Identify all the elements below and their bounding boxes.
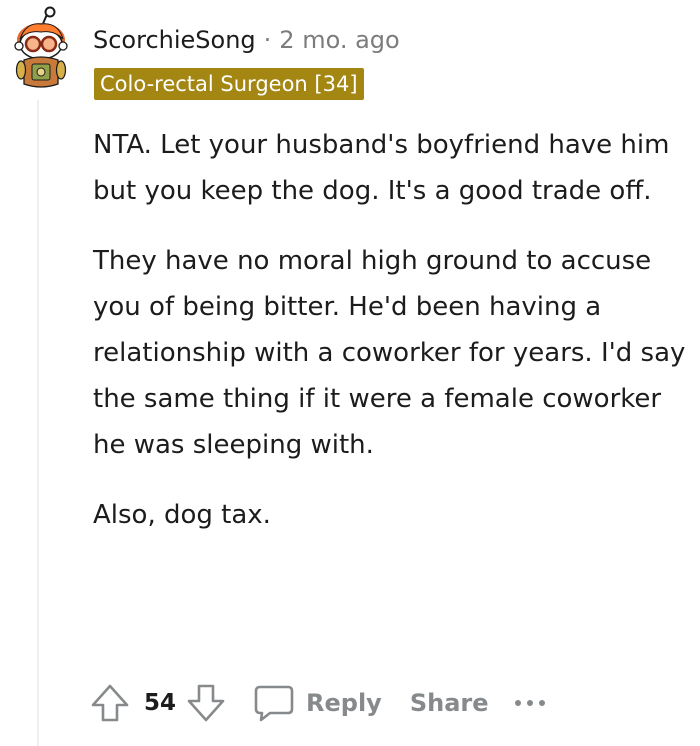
ellipsis-icon <box>514 700 545 706</box>
vote-count: 54 <box>144 690 177 716</box>
upvote-button[interactable] <box>88 681 132 725</box>
reply-button[interactable]: Reply <box>252 683 382 723</box>
header-separator: · <box>263 26 272 54</box>
comment-header: ScorchieSong · 2 mo. ago <box>93 22 400 58</box>
user-flair: Colo-rectal Surgeon [34] <box>94 68 364 100</box>
timestamp[interactable]: 2 mo. ago <box>279 26 399 54</box>
upvote-arrow-icon <box>91 684 129 722</box>
speech-bubble-icon <box>254 685 294 722</box>
comment-body: NTA. Let your husband's boyfriend have h… <box>93 122 688 562</box>
snoo-avatar-icon <box>14 6 68 88</box>
comment-paragraph: They have no moral high ground to accuse… <box>93 246 686 460</box>
downvote-arrow-icon <box>187 684 225 722</box>
reply-label: Reply <box>306 689 382 717</box>
downvote-button[interactable] <box>184 681 228 725</box>
username[interactable]: ScorchieSong <box>93 26 256 54</box>
comment-paragraph: Also, dog tax. <box>93 500 271 530</box>
comment-action-bar: 54 Reply Share <box>88 678 547 728</box>
avatar[interactable] <box>8 6 74 92</box>
thread-line[interactable] <box>37 100 39 746</box>
comment-paragraph: NTA. Let your husband's boyfriend have h… <box>93 130 670 206</box>
share-button[interactable]: Share <box>410 689 489 717</box>
more-options-button[interactable] <box>513 697 547 709</box>
